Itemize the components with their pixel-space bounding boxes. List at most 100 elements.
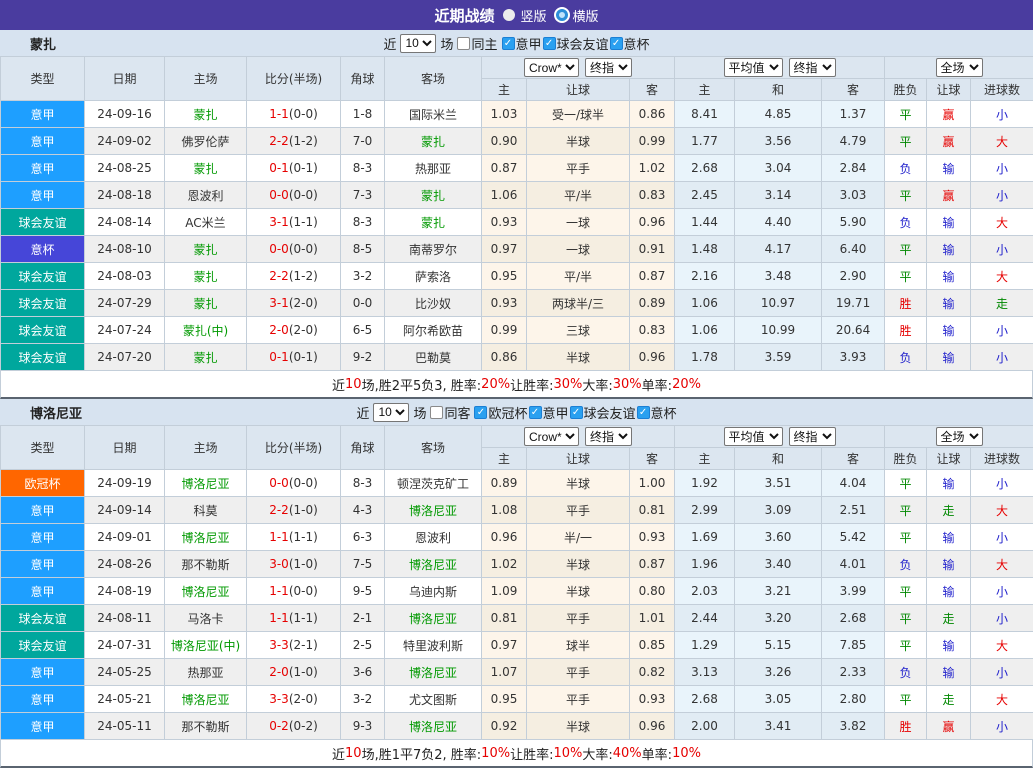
- handicap-result-cell: 走: [927, 686, 971, 713]
- result-cell: 平: [885, 236, 927, 263]
- league-filter-checkbox[interactable]: ✓: [637, 406, 650, 419]
- match-row: 意甲24-09-01博洛尼亚1-1(1-1)6-3恩波利0.96半/一0.931…: [1, 524, 1033, 551]
- layout-radio-vertical[interactable]: 竖版: [503, 6, 546, 25]
- summary-text-segment: 30%: [553, 377, 582, 392]
- odds-stage-select-2[interactable]: 终指: [789, 58, 836, 77]
- score-halftime: (0-1): [289, 350, 318, 364]
- corner-cell: 6-5: [341, 317, 385, 344]
- fulltime-select[interactable]: 全场: [936, 58, 983, 77]
- away-team-cell: 萨索洛: [385, 263, 482, 290]
- corner-cell: 8-3: [341, 470, 385, 497]
- away-team-cell: 博洛尼亚: [385, 605, 482, 632]
- score-cell: 1-1(0-0): [247, 101, 341, 128]
- corner-cell: 6-3: [341, 524, 385, 551]
- match-row: 意甲24-05-11那不勒斯0-2(0-2)9-3博洛尼亚0.92半球0.962…: [1, 713, 1033, 740]
- radio-label-horizontal[interactable]: 横版: [573, 6, 599, 25]
- avg-away-odds: 5.42: [822, 524, 885, 551]
- result-cell: 胜: [885, 290, 927, 317]
- same-side-checkbox[interactable]: [430, 406, 443, 419]
- col-header-handicap-result: 让球: [927, 448, 971, 470]
- date-cell: 24-07-29: [85, 290, 165, 317]
- away-team-name: 博洛尼亚: [409, 666, 457, 680]
- layout-radio-horizontal[interactable]: 横版: [556, 6, 599, 25]
- league-filter-checkbox[interactable]: ✓: [610, 37, 623, 50]
- same-side-label: 同主: [471, 34, 497, 53]
- fulltime-select[interactable]: 全场: [936, 427, 983, 446]
- avg-home-odds: 8.41: [675, 101, 735, 128]
- fulltime-select-group: 全场: [885, 57, 1033, 79]
- home-team-name: 佛罗伦萨: [181, 135, 229, 149]
- handicap-result-cell: 输: [927, 551, 971, 578]
- league-filter-checkbox[interactable]: ✓: [543, 37, 556, 50]
- home-team-cell: 蒙扎: [165, 236, 247, 263]
- result-cell: 平: [885, 686, 927, 713]
- fulltime-select-group: 全场: [885, 426, 1033, 448]
- home-team-name: 博洛尼亚: [181, 585, 229, 599]
- summary-text-segment: 让胜率:: [510, 375, 553, 394]
- avg-away-odds: 5.90: [822, 209, 885, 236]
- avg-draw-odds: 5.15: [735, 632, 822, 659]
- crow-away-odds: 0.87: [630, 551, 675, 578]
- rounds-select[interactable]: 10: [373, 403, 409, 422]
- score-halftime: (0-0): [289, 107, 318, 121]
- league-filter-checkbox[interactable]: ✓: [474, 406, 487, 419]
- bookmaker-select[interactable]: Crow*: [524, 427, 579, 446]
- home-team-cell: 蒙扎: [165, 101, 247, 128]
- home-team-cell: 博洛尼亚(中): [165, 632, 247, 659]
- summary-text-segment: 大率:: [582, 744, 612, 763]
- league-filter-checkbox[interactable]: ✓: [529, 406, 542, 419]
- away-team-cell: 恩波利: [385, 524, 482, 551]
- avg-home-odds: 1.06: [675, 290, 735, 317]
- col-header-type: 类型: [1, 57, 85, 101]
- avg-home-odds: 2.99: [675, 497, 735, 524]
- score-fulltime: 3-3: [269, 692, 289, 706]
- crow-handicap: 半球: [527, 344, 630, 371]
- bookmaker-select[interactable]: Crow*: [524, 58, 579, 77]
- home-team-cell: 博洛尼亚: [165, 686, 247, 713]
- home-team-cell: 恩波利: [165, 182, 247, 209]
- corner-cell: 9-5: [341, 578, 385, 605]
- handicap-result-cell: 输: [927, 290, 971, 317]
- crow-away-odds: 1.02: [630, 155, 675, 182]
- corner-cell: 2-1: [341, 605, 385, 632]
- type-badge-cell: 球会友谊: [1, 209, 85, 236]
- col-header-avg-home: 主: [675, 448, 735, 470]
- bookmaker-select-group: Crow* 终指: [482, 57, 675, 79]
- radio-icon-horizontal[interactable]: [556, 9, 568, 21]
- crow-handicap: 平手: [527, 659, 630, 686]
- col-header-score: 比分(半场): [247, 57, 341, 101]
- average-select[interactable]: 平均值: [724, 58, 783, 77]
- col-header-home: 主场: [165, 426, 247, 470]
- away-team-name: 博洛尼亚: [409, 558, 457, 572]
- away-team-cell: 巴勒莫: [385, 344, 482, 371]
- league-filter-checkbox[interactable]: ✓: [570, 406, 583, 419]
- score-cell: 0-1(0-1): [247, 344, 341, 371]
- odds-stage-select-2[interactable]: 终指: [789, 427, 836, 446]
- corner-cell: 7-0: [341, 128, 385, 155]
- result-cell: 平: [885, 524, 927, 551]
- goals-result-cell: 大: [971, 551, 1033, 578]
- league-filter-checkbox[interactable]: ✓: [502, 37, 515, 50]
- odds-stage-select-1[interactable]: 终指: [585, 427, 632, 446]
- date-cell: 24-07-31: [85, 632, 165, 659]
- crow-handicap: 半球: [527, 578, 630, 605]
- crow-home-odds: 0.95: [482, 686, 527, 713]
- radio-icon-vertical[interactable]: [503, 9, 515, 21]
- average-select[interactable]: 平均值: [724, 427, 783, 446]
- goals-result-cell: 小: [971, 182, 1033, 209]
- away-team-name: 博洛尼亚: [409, 504, 457, 518]
- radio-label-vertical[interactable]: 竖版: [520, 6, 546, 25]
- rounds-select[interactable]: 10: [400, 34, 436, 53]
- away-team-name: 蒙扎: [421, 189, 445, 203]
- same-side-checkbox[interactable]: [457, 37, 470, 50]
- handicap-result-cell: 赢: [927, 128, 971, 155]
- corner-cell: 3-2: [341, 686, 385, 713]
- summary-text-segment: 场,胜2平5负3, 胜率:: [362, 375, 482, 394]
- result-cell: 平: [885, 470, 927, 497]
- avg-home-odds: 1.77: [675, 128, 735, 155]
- rounds-unit-label: 场: [440, 34, 453, 53]
- date-cell: 24-09-16: [85, 101, 165, 128]
- home-team-cell: 蒙扎: [165, 290, 247, 317]
- odds-stage-select-1[interactable]: 终指: [585, 58, 632, 77]
- home-team-name: 蒙扎: [193, 243, 217, 257]
